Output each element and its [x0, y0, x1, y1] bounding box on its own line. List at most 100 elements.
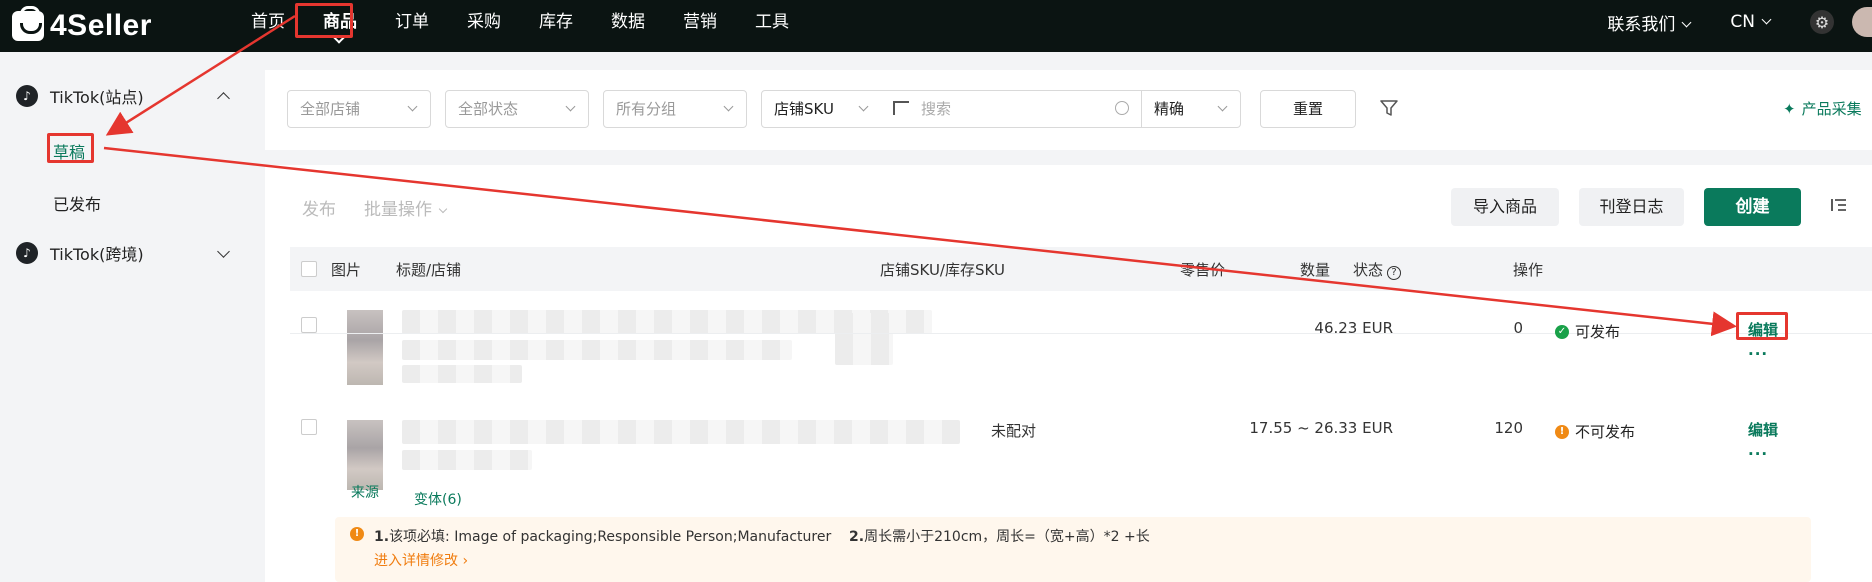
- chevron-up-icon: [217, 92, 230, 105]
- sidebar-group-tiktok-local[interactable]: ♪ TikTok(站点): [16, 81, 240, 111]
- app-logo[interactable]: 4Seller: [12, 6, 152, 42]
- logo-text: 4Seller: [50, 9, 152, 42]
- warning-text-1: 该项必填: Image of packaging;Responsible Per…: [389, 529, 832, 545]
- batch-actions-menu[interactable]: 批量操作: [364, 195, 448, 220]
- help-icon[interactable]: ?: [1387, 266, 1402, 280]
- quantity-value: 0: [1513, 319, 1523, 337]
- warning-text-2: 周长需小于210cm，周长=（宽+高）*2 +长: [864, 529, 1150, 545]
- group-select[interactable]: 所有分组: [603, 90, 747, 128]
- chevron-down-icon: [217, 245, 230, 258]
- store-select-value: 全部店铺: [300, 100, 361, 118]
- check-circle-icon: ✓: [1555, 324, 1569, 339]
- row-checkbox[interactable]: [301, 317, 317, 333]
- source-link[interactable]: 来源: [351, 482, 379, 502]
- edit-details-label: 进入详情修改: [374, 553, 458, 569]
- blurred-title: [402, 420, 960, 444]
- nav-marketing[interactable]: 营销: [664, 0, 736, 44]
- header-sku: 店铺SKU/库存SKU: [880, 261, 1005, 279]
- header-title: 标题/店铺: [396, 261, 462, 279]
- store-select[interactable]: 全部店铺: [287, 90, 431, 128]
- chevron-down-icon: [1217, 101, 1228, 112]
- nav-orders[interactable]: 订单: [376, 0, 448, 44]
- edit-link[interactable]: 编辑: [1748, 419, 1778, 440]
- search-icon[interactable]: [1115, 101, 1129, 115]
- chevron-down-icon: [858, 101, 869, 112]
- product-thumbnail[interactable]: [347, 310, 383, 385]
- quantity-value: 120: [1494, 419, 1523, 437]
- chevron-down-icon: [723, 101, 734, 112]
- product-collect-link[interactable]: ✦ 产品采集: [1783, 98, 1862, 119]
- sidebar-group-label: TikTok(站点): [50, 88, 144, 107]
- status-label: 不可发布: [1575, 423, 1636, 441]
- nav-data[interactable]: 数据: [592, 0, 664, 44]
- filter-funnel-icon[interactable]: [1380, 99, 1398, 117]
- filter-bar: 全部店铺 全部状态 所有分组 店铺SKU 搜索 精确 重置 ✦ 产品采集: [265, 70, 1872, 150]
- validation-warning: ! 1.该项必填: Image of packaging;Responsible…: [335, 517, 1811, 582]
- price-value: 46.23 EUR: [1314, 319, 1393, 337]
- list-settings-icon[interactable]: [1831, 198, 1847, 212]
- reset-button[interactable]: 重置: [1260, 90, 1356, 128]
- sparkle-icon: ✦: [1783, 100, 1796, 118]
- status-select[interactable]: 全部状态: [445, 90, 589, 128]
- select-all-checkbox[interactable]: [301, 261, 317, 277]
- blurred-store: [402, 365, 522, 383]
- warning-message: 1.该项必填: Image of packaging;Responsible P…: [374, 526, 1150, 546]
- status-label: 可发布: [1575, 323, 1621, 341]
- more-actions[interactable]: ...: [1748, 341, 1768, 359]
- nav-tools[interactable]: 工具: [736, 0, 808, 44]
- search-field-value: 店铺SKU: [774, 100, 834, 118]
- publish-button[interactable]: 发布: [302, 195, 336, 220]
- blurred-store: [402, 450, 532, 470]
- price-value: 17.55 ~ 26.33 EUR: [1249, 419, 1393, 437]
- warning-num-1: 1.: [374, 529, 390, 545]
- status-not-publishable: ! 不可发布: [1555, 421, 1635, 442]
- row-divider: [290, 333, 1872, 334]
- avatar[interactable]: [1852, 7, 1872, 37]
- annotation-box-edit: [1736, 312, 1788, 340]
- chevron-down-icon: [1761, 14, 1772, 25]
- annotation-box-products: [295, 3, 353, 38]
- more-actions[interactable]: ...: [1748, 441, 1768, 459]
- nav-home[interactable]: 首页: [232, 0, 304, 44]
- edit-details-link[interactable]: 进入详情修改 ›: [374, 550, 468, 570]
- search-list-icon: [893, 101, 909, 115]
- tiktok-icon: ♪: [16, 242, 38, 264]
- settings-gear-icon[interactable]: ⚙: [1810, 10, 1834, 34]
- chevron-down-icon: [438, 204, 448, 214]
- nav-purchase[interactable]: 采购: [448, 0, 520, 44]
- language-label: CN: [1730, 12, 1755, 32]
- warning-num-2: 2.: [849, 529, 865, 545]
- search-field-select[interactable]: 店铺SKU: [761, 90, 882, 128]
- warning-icon: !: [1555, 424, 1569, 439]
- create-button[interactable]: 创建: [1704, 188, 1801, 226]
- header-status: 状态?: [1353, 259, 1402, 280]
- header-qty: 数量: [1300, 261, 1331, 279]
- row-checkbox[interactable]: [301, 419, 317, 435]
- nav-inventory[interactable]: 库存: [520, 0, 592, 44]
- header-ops: 操作: [1513, 261, 1544, 279]
- language-menu[interactable]: CN: [1730, 12, 1772, 32]
- chevron-down-icon: [407, 101, 418, 112]
- import-products-button[interactable]: 导入商品: [1451, 188, 1559, 226]
- top-right-controls: 联系我们 CN ⚙: [1607, 0, 1872, 44]
- product-collect-label: 产品采集: [1801, 100, 1862, 118]
- contact-us-menu[interactable]: 联系我们: [1607, 10, 1692, 35]
- blurred-sku: [835, 313, 893, 365]
- search-input[interactable]: 搜索: [881, 90, 1141, 128]
- match-mode-select[interactable]: 精确: [1141, 90, 1241, 128]
- sku-unpaired: 未配对: [991, 422, 1037, 440]
- product-thumbnail[interactable]: [347, 420, 383, 490]
- top-navigation-bar: 4Seller 首页 商品 订单 采购 库存 数据 营销 工具 联系我们 CN …: [0, 0, 1872, 52]
- variants-toggle[interactable]: 变体(6): [414, 489, 462, 509]
- sidebar-item-published[interactable]: 已发布: [53, 191, 101, 215]
- warning-icon: !: [350, 527, 364, 541]
- contact-us-label: 联系我们: [1607, 14, 1676, 35]
- blurred-store: [402, 340, 792, 360]
- header-status-label: 状态: [1353, 261, 1384, 279]
- listing-log-button[interactable]: 刊登日志: [1579, 188, 1684, 226]
- match-mode-value: 精确: [1154, 100, 1185, 118]
- sidebar-group-tiktok-crossborder[interactable]: ♪ TikTok(跨境): [16, 238, 240, 268]
- annotation-box-drafts: [47, 133, 94, 163]
- sidebar-group-label: TikTok(跨境): [50, 245, 144, 264]
- search-placeholder: 搜索: [921, 100, 952, 118]
